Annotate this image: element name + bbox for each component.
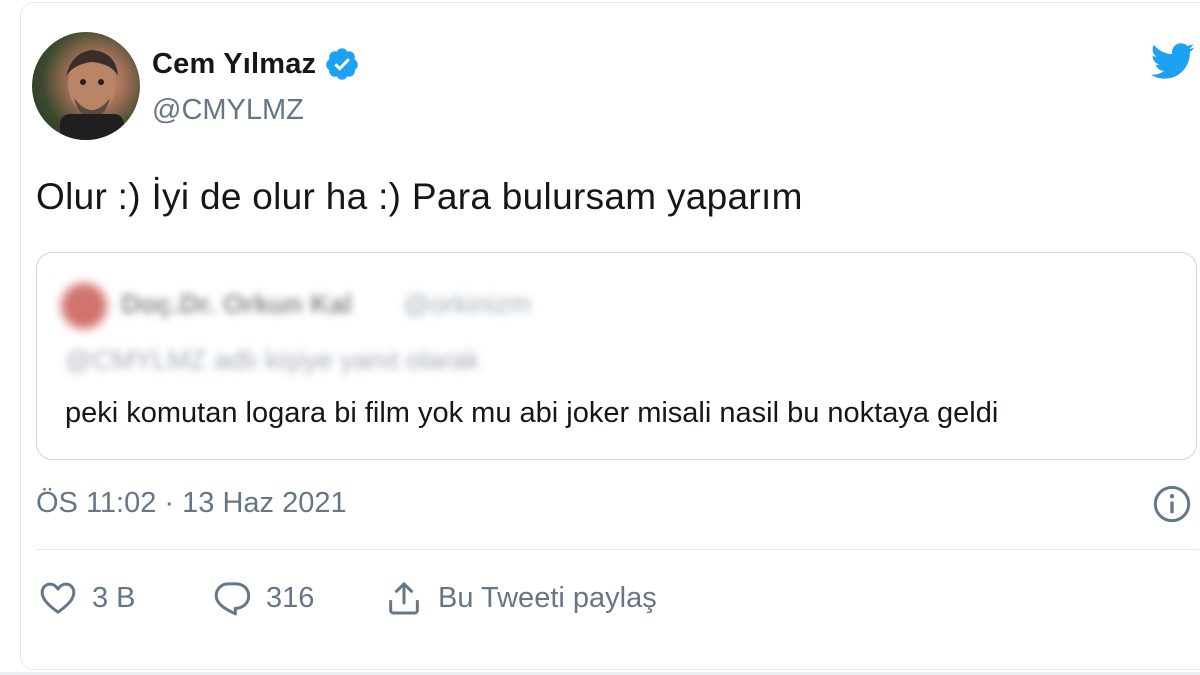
- tweet-text: Olur :) İyi de olur ha :) Para bulursam …: [36, 176, 803, 217]
- info-icon[interactable]: [1152, 484, 1192, 524]
- author-avatar[interactable]: [32, 32, 140, 140]
- quoted-author-handle: @orkinizm: [403, 289, 531, 319]
- quoted-reply-context: @CMYLMZ adlı kişiye yanıt olarak: [65, 345, 480, 375]
- reply-bubble-icon: [214, 582, 251, 616]
- share-button[interactable]: Bu Tweeti paylaş: [384, 578, 657, 618]
- like-button[interactable]: 3 B: [38, 578, 136, 618]
- actions-divider: [36, 549, 1198, 550]
- heart-icon: [40, 582, 76, 614]
- author-handle[interactable]: @CMYLMZ: [152, 94, 304, 127]
- share-label: Bu Tweeti paylaş: [438, 581, 657, 614]
- share-icon: [389, 582, 419, 615]
- twitter-bird-icon[interactable]: [1146, 38, 1198, 84]
- like-count: 3 B: [92, 581, 136, 614]
- reply-button[interactable]: 316: [212, 578, 314, 618]
- author-display-name[interactable]: Cem Yılmaz: [152, 48, 316, 81]
- verified-badge-icon: [326, 48, 359, 80]
- quoted-author-name: Doç.Dr. Orkun Kal: [121, 289, 353, 319]
- tweet-timestamp[interactable]: ÖS 11:02 · 13 Haz 2021: [36, 487, 347, 520]
- reply-count: 316: [266, 581, 315, 614]
- author-name-row: Cem Yılmaz: [152, 46, 360, 82]
- quoted-tweet[interactable]: Doç.Dr. Orkun Kal @orkinizm @CMYLMZ adlı…: [36, 252, 1197, 460]
- quoted-author-avatar: [61, 283, 107, 329]
- quoted-tweet-text: peki komutan logara bi film yok mu abi j…: [65, 397, 999, 429]
